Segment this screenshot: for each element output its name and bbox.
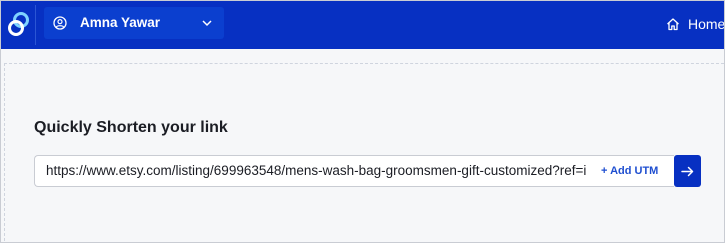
app-logo-icon[interactable] <box>7 11 31 37</box>
account-name: Amna Yawar <box>80 15 161 30</box>
chevron-down-icon <box>202 20 212 27</box>
shorten-submit-button[interactable] <box>674 155 701 187</box>
url-input-container: + Add UTM <box>34 155 674 187</box>
app-window: Amna Yawar Home Quickly Shorten your lin… <box>0 0 725 243</box>
page-title: Quickly Shorten your link <box>34 119 228 136</box>
add-utm-button[interactable]: + Add UTM <box>601 156 658 186</box>
arrow-right-icon <box>681 166 694 176</box>
user-circle-icon <box>53 16 67 30</box>
top-navigation-bar: Amna Yawar Home <box>1 1 725 49</box>
home-nav-link[interactable]: Home <box>666 15 725 33</box>
account-dropdown[interactable]: Amna Yawar <box>44 7 224 39</box>
url-input[interactable] <box>46 156 594 186</box>
main-content-panel <box>4 63 724 241</box>
topbar-divider <box>35 5 36 45</box>
home-icon <box>667 18 679 31</box>
home-label: Home <box>688 16 725 32</box>
